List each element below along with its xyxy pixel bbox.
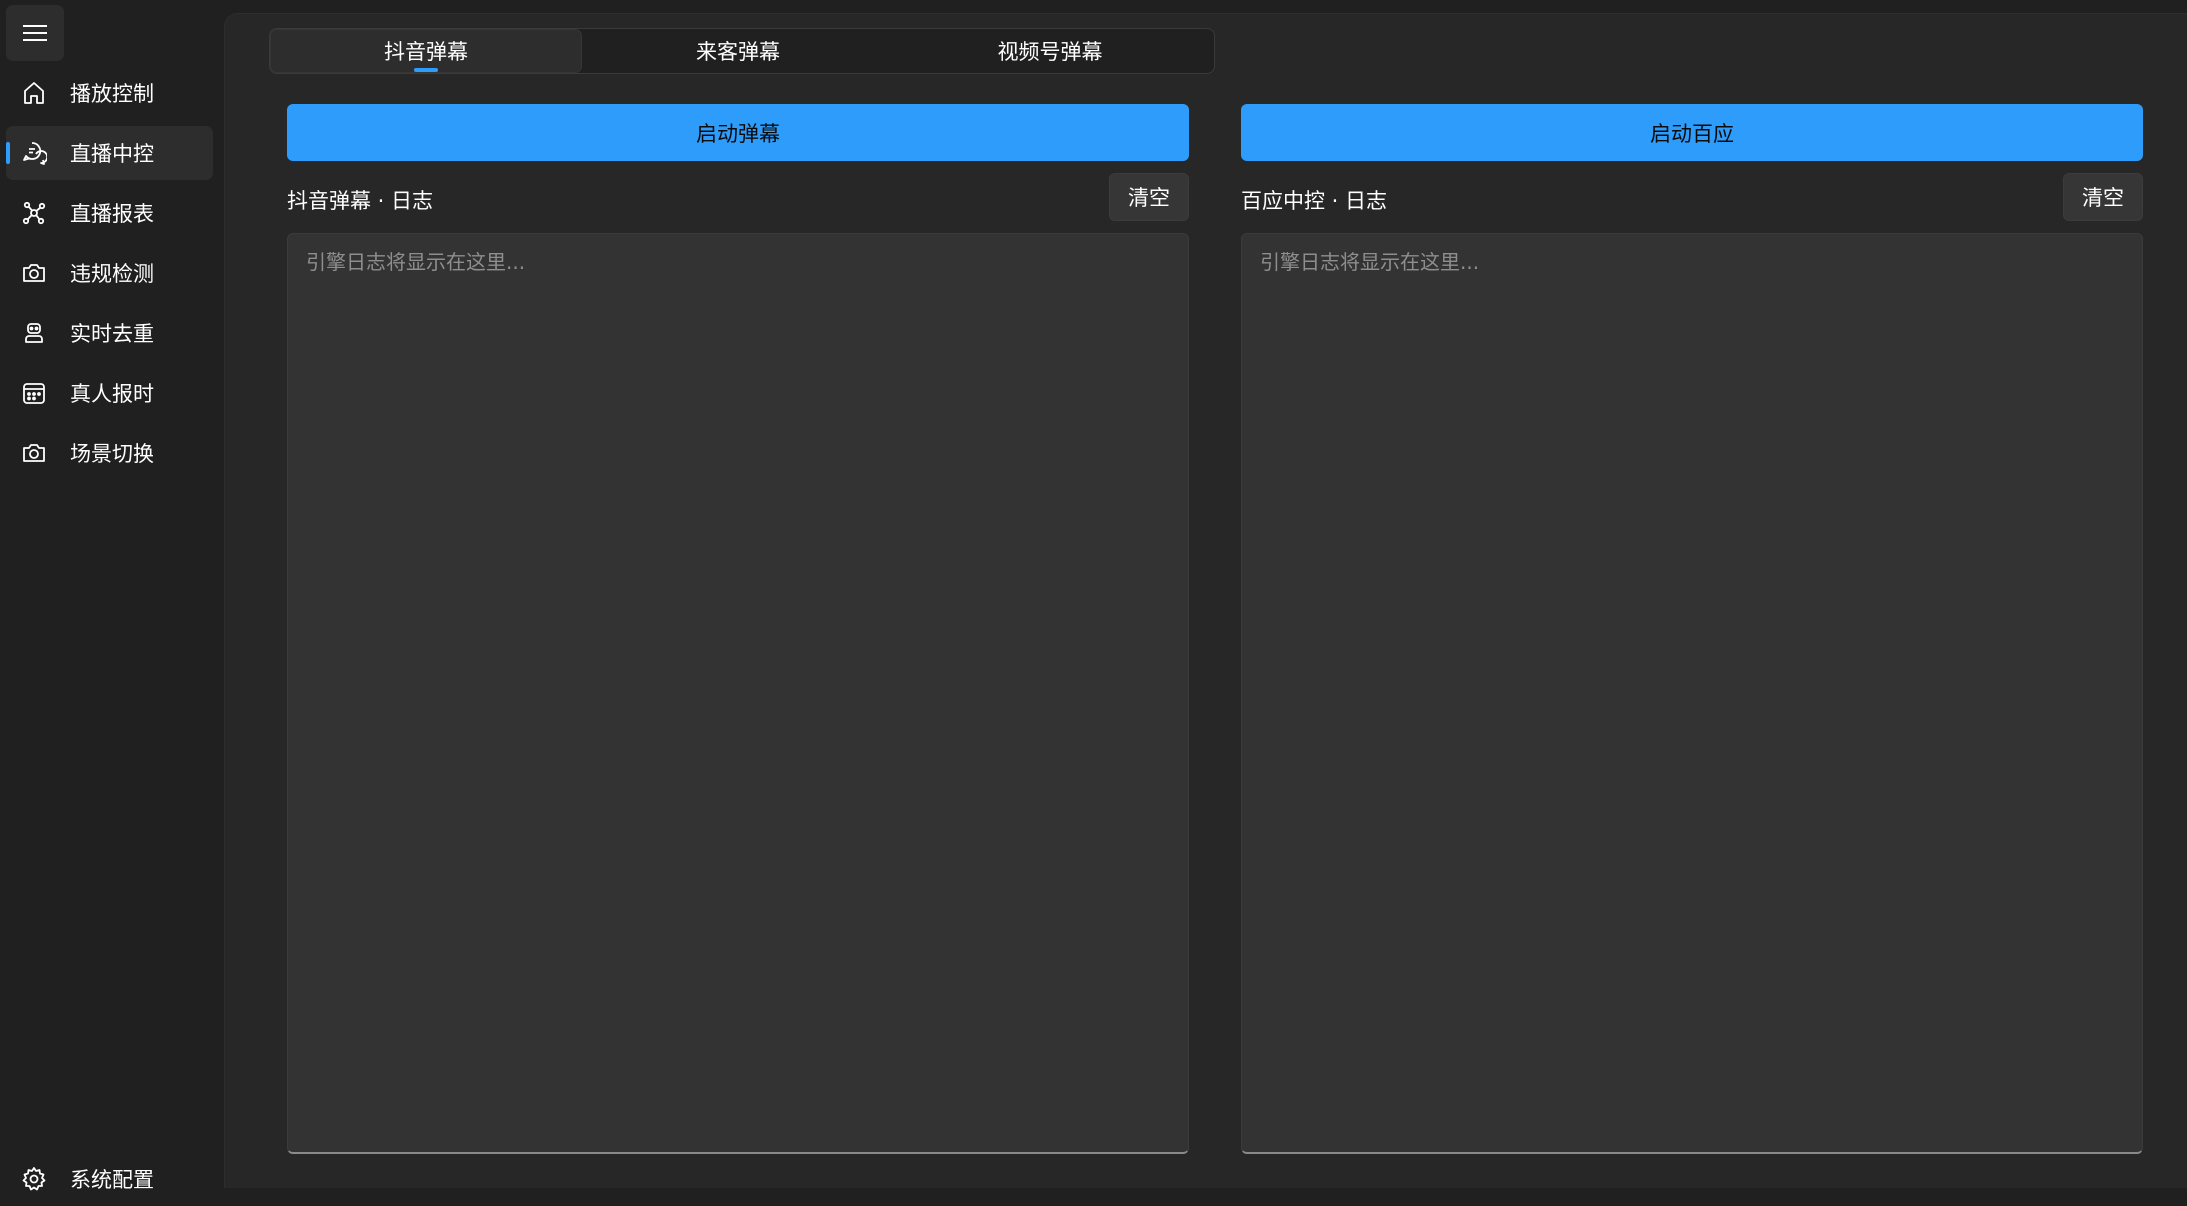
home-icon <box>20 79 48 107</box>
sidebar-item-label: 实时去重 <box>70 322 154 346</box>
tab-laike-danmaku[interactable]: 来客弹幕 <box>582 29 894 73</box>
sidebar-item-human-timekeeping[interactable]: 真人报时 <box>6 366 213 420</box>
log-title: 抖音弹幕 · 日志 <box>287 189 434 213</box>
menu-toggle-button[interactable] <box>6 5 64 61</box>
camera-icon <box>20 439 48 467</box>
robot-icon <box>20 319 48 347</box>
sidebar-item-label: 场景切换 <box>70 442 154 466</box>
sidebar: 播放控制 直播中控 直播报表 违规检测 实时去重 真人报时 场景切换 系统配置 <box>0 0 224 1192</box>
log-output[interactable]: 引擎日志将显示在这里... <box>287 233 1189 1154</box>
log-header: 百应中控 · 日志 清空 <box>1241 173 2143 221</box>
clear-log-button[interactable]: 清空 <box>2063 173 2143 221</box>
sidebar-item-label: 真人报时 <box>70 382 154 406</box>
sidebar-item-system-settings[interactable]: 系统配置 <box>6 1152 213 1206</box>
calendar-icon <box>20 379 48 407</box>
baiying-control-pane: 启动百应 百应中控 · 日志 清空 引擎日志将显示在这里... <box>1241 104 2143 1154</box>
tab-bar: 抖音弹幕 来客弹幕 视频号弹幕 <box>269 28 1215 74</box>
tab-douyin-danmaku[interactable]: 抖音弹幕 <box>270 29 582 73</box>
sidebar-item-label: 直播中控 <box>70 142 154 166</box>
douyin-danmaku-pane: 启动弹幕 抖音弹幕 · 日志 清空 引擎日志将显示在这里... <box>287 104 1189 1154</box>
sidebar-item-label: 直播报表 <box>70 202 154 226</box>
chat-icon <box>20 139 48 167</box>
hamburger-icon <box>23 25 47 41</box>
sidebar-item-label: 系统配置 <box>70 1168 154 1192</box>
log-title: 百应中控 · 日志 <box>1241 189 1388 213</box>
camera-icon <box>20 259 48 287</box>
sidebar-item-scene-switch[interactable]: 场景切换 <box>6 426 213 480</box>
gear-icon <box>20 1165 48 1193</box>
start-baiying-button[interactable]: 启动百应 <box>1241 104 2143 161</box>
log-output[interactable]: 引擎日志将显示在这里... <box>1241 233 2143 1154</box>
sidebar-nav: 播放控制 直播中控 直播报表 违规检测 实时去重 真人报时 场景切换 <box>0 66 224 486</box>
sidebar-item-label: 播放控制 <box>70 82 154 106</box>
sidebar-item-violation-detection[interactable]: 违规检测 <box>6 246 213 300</box>
start-danmaku-button[interactable]: 启动弹幕 <box>287 104 1189 161</box>
sidebar-item-label: 违规检测 <box>70 262 154 286</box>
sidebar-item-playback-control[interactable]: 播放控制 <box>6 66 213 120</box>
sidebar-item-live-control[interactable]: 直播中控 <box>6 126 213 180</box>
sidebar-item-realtime-dedup[interactable]: 实时去重 <box>6 306 213 360</box>
tab-shipinhao-danmaku[interactable]: 视频号弹幕 <box>894 29 1206 73</box>
sidebar-item-live-report[interactable]: 直播报表 <box>6 186 213 240</box>
main-content: 抖音弹幕 来客弹幕 视频号弹幕 启动弹幕 抖音弹幕 · 日志 清空 引擎日志将显… <box>224 13 2187 1188</box>
network-icon <box>20 199 48 227</box>
clear-log-button[interactable]: 清空 <box>1109 173 1189 221</box>
log-header: 抖音弹幕 · 日志 清空 <box>287 173 1189 221</box>
